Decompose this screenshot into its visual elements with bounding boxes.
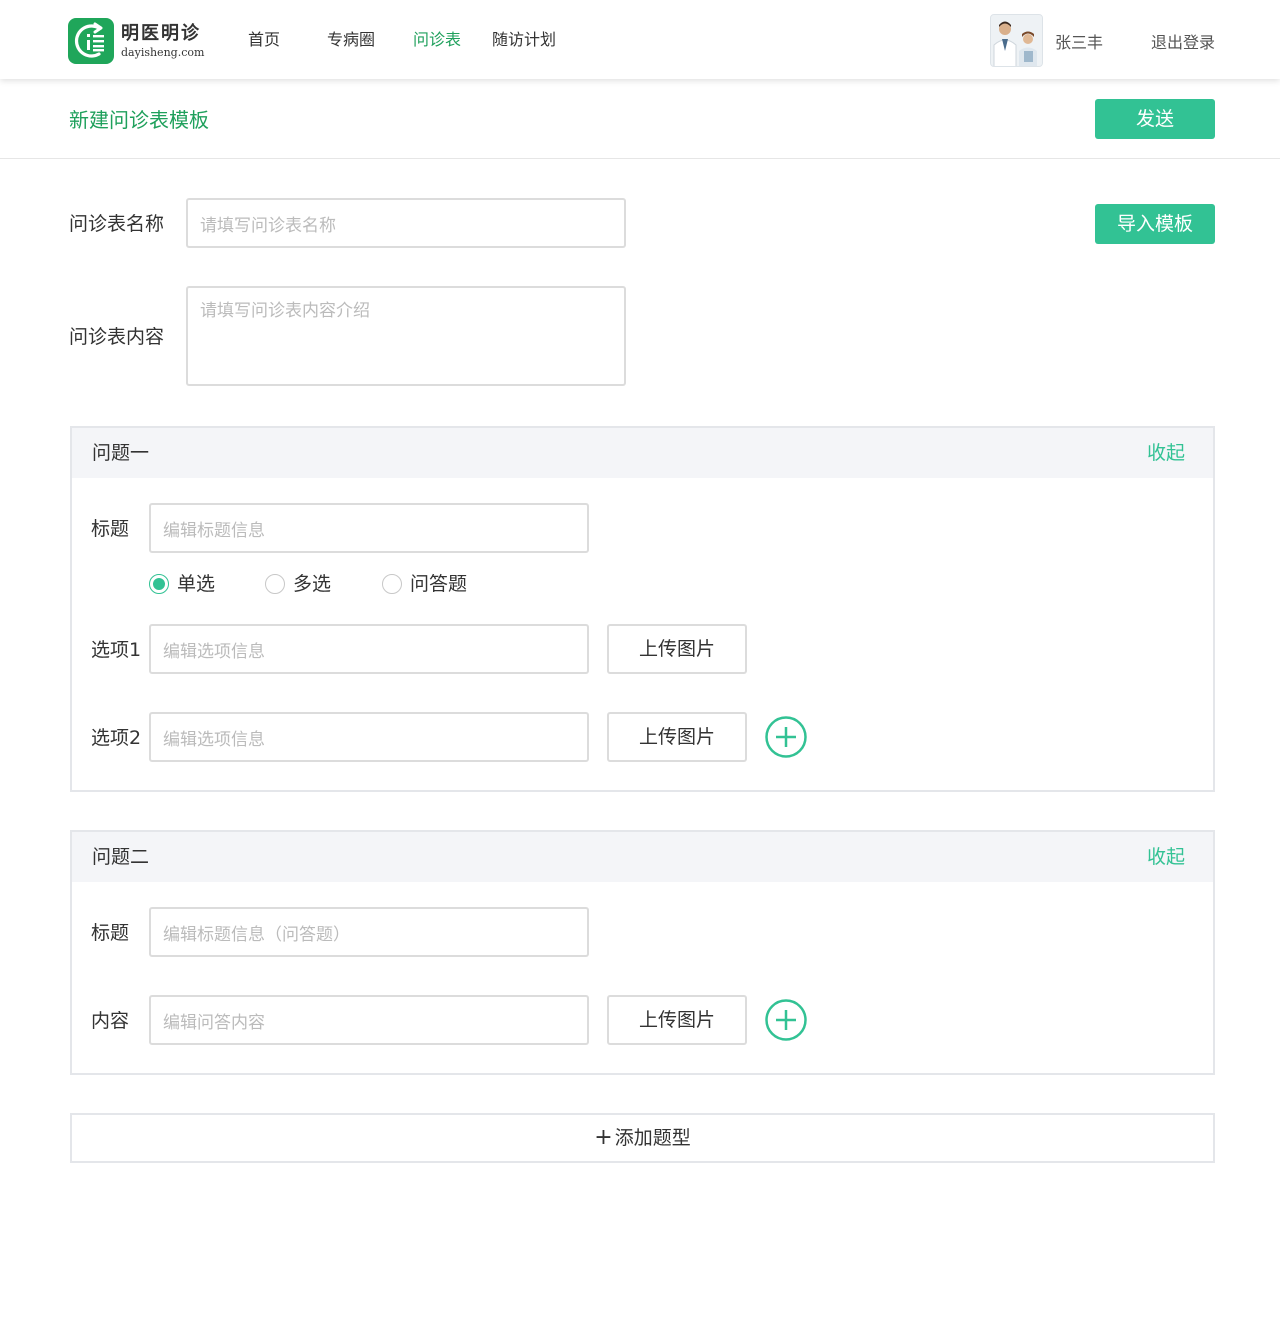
content-label: 内容 bbox=[91, 1010, 130, 1032]
upload-image-button[interactable]: 上传图片 bbox=[607, 624, 747, 674]
option-1-placeholder: 编辑选项信息 bbox=[163, 641, 265, 662]
title-label: 标题 bbox=[91, 922, 130, 944]
page-title: 新建问诊表模板 bbox=[69, 108, 209, 132]
add-question-type-button[interactable]: + 添加题型 bbox=[70, 1113, 1215, 1163]
questionnaire-content-textarea[interactable]: 请填写问诊表内容介绍 bbox=[186, 286, 626, 386]
radio-label: 问答题 bbox=[410, 573, 468, 595]
question-title: 问题二 bbox=[92, 846, 150, 868]
answer-content-input[interactable]: 编辑问答内容 bbox=[149, 995, 589, 1045]
question-title: 问题一 bbox=[92, 442, 150, 464]
nav-item-disease-circle[interactable]: 专病圈 bbox=[327, 29, 375, 51]
add-question-type-label: 添加题型 bbox=[614, 1127, 691, 1149]
radio-unchecked-icon bbox=[265, 574, 285, 594]
brand-text: 明医明诊 dayisheng.com bbox=[121, 23, 204, 60]
logo-mark-icon bbox=[68, 18, 114, 64]
user-name[interactable]: 张三丰 bbox=[1055, 32, 1103, 54]
questionnaire-name-input[interactable]: 请填写问诊表名称 bbox=[186, 198, 626, 248]
title-label: 标题 bbox=[91, 518, 130, 540]
collapse-button[interactable]: 收起 bbox=[1147, 441, 1185, 465]
questionnaire-content-label: 问诊表内容 bbox=[69, 326, 165, 348]
upload-image-button[interactable]: 上传图片 bbox=[607, 712, 747, 762]
upload-image-button[interactable]: 上传图片 bbox=[607, 995, 747, 1045]
question-title-input[interactable]: 编辑标题信息（问答题） bbox=[149, 907, 589, 957]
radio-label: 单选 bbox=[177, 573, 216, 595]
option-1-input[interactable]: 编辑选项信息 bbox=[149, 624, 589, 674]
avatar[interactable] bbox=[990, 14, 1043, 67]
option-2-input[interactable]: 编辑选项信息 bbox=[149, 712, 589, 762]
radio-single-choice[interactable]: 单选 bbox=[149, 572, 215, 596]
nav-item-followup-plan[interactable]: 随访计划 bbox=[492, 29, 556, 51]
question-title-placeholder: 编辑标题信息（问答题） bbox=[163, 924, 350, 945]
question-card-header: 问题二 收起 bbox=[72, 832, 1213, 882]
nav-item-home[interactable]: 首页 bbox=[248, 29, 280, 51]
question-card-2: 问题二 收起 标题 编辑标题信息（问答题） 内容 编辑问答内容 上传图片 bbox=[70, 830, 1215, 1075]
logout-link[interactable]: 退出登录 bbox=[1151, 32, 1215, 54]
answer-content-placeholder: 编辑问答内容 bbox=[163, 1012, 265, 1033]
question-card-1: 问题一 收起 标题 编辑标题信息 单选 多选 问答题 选项1 编辑选项信息 上传… bbox=[70, 426, 1215, 792]
question-title-input[interactable]: 编辑标题信息 bbox=[149, 503, 589, 553]
nav-item-questionnaire[interactable]: 问诊表 bbox=[413, 29, 461, 51]
import-template-button[interactable]: 导入模板 bbox=[1095, 204, 1215, 244]
question-title-placeholder: 编辑标题信息 bbox=[163, 520, 265, 541]
radio-label: 多选 bbox=[293, 573, 332, 595]
questionnaire-name-placeholder: 请填写问诊表名称 bbox=[200, 215, 336, 236]
plus-icon: + bbox=[594, 1125, 613, 1150]
page-header: 新建问诊表模板 发送 bbox=[0, 79, 1280, 159]
option-2-label: 选项2 bbox=[91, 727, 142, 749]
radio-unchecked-icon bbox=[382, 574, 402, 594]
radio-checked-icon bbox=[149, 574, 169, 594]
radio-essay-question[interactable]: 问答题 bbox=[382, 572, 467, 596]
questionnaire-content-placeholder: 请填写问诊表内容介绍 bbox=[200, 301, 370, 321]
add-content-plus-icon[interactable] bbox=[765, 999, 807, 1041]
questionnaire-name-label: 问诊表名称 bbox=[69, 213, 165, 235]
add-option-plus-icon[interactable] bbox=[765, 716, 807, 758]
radio-multiple-choice[interactable]: 多选 bbox=[265, 572, 331, 596]
brand-name: 明医明诊 bbox=[121, 22, 201, 44]
collapse-button[interactable]: 收起 bbox=[1147, 845, 1185, 869]
send-button[interactable]: 发送 bbox=[1095, 99, 1215, 139]
question-card-header: 问题一 收起 bbox=[72, 428, 1213, 478]
brand-domain: dayisheng.com bbox=[121, 45, 205, 59]
option-2-placeholder: 编辑选项信息 bbox=[163, 729, 265, 750]
brand-logo[interactable]: 明医明诊 dayisheng.com bbox=[68, 18, 204, 64]
option-1-label: 选项1 bbox=[91, 639, 142, 661]
top-navbar: 明医明诊 dayisheng.com 首页 专病圈 问诊表 随访计划 张三丰 退… bbox=[0, 0, 1280, 79]
